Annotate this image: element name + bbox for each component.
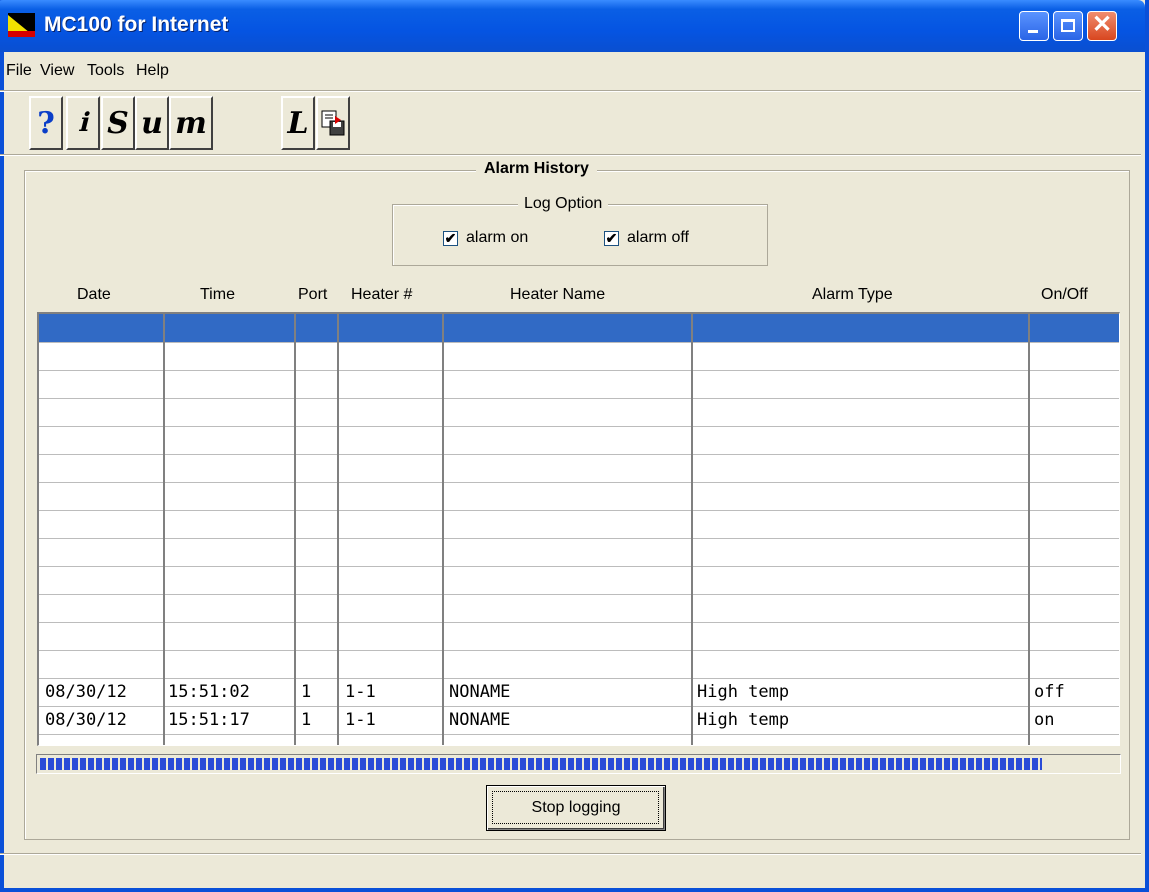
table-row[interactable] [39, 342, 1119, 371]
column-header-time[interactable]: Time [200, 286, 235, 304]
cell-heater-name: NONAME [449, 710, 511, 730]
cell-on-off: off [1034, 682, 1065, 702]
m-button[interactable]: m [169, 96, 213, 150]
s-button[interactable]: S [101, 96, 135, 150]
column-divider[interactable] [294, 314, 296, 745]
alarm-off-checkbox[interactable]: ✔ [604, 231, 619, 246]
table-row[interactable] [39, 566, 1119, 595]
title-bar[interactable]: MC100 for Internet ✕ [0, 0, 1145, 52]
cell-on-off: on [1034, 710, 1055, 730]
table-row-selected[interactable] [39, 314, 1119, 343]
column-divider[interactable] [691, 314, 693, 745]
info-button[interactable]: ℹ [66, 96, 100, 150]
table-row[interactable] [39, 426, 1119, 455]
close-button[interactable]: ✕ [1087, 11, 1117, 41]
close-icon: ✕ [1091, 11, 1113, 38]
progress-fill [40, 758, 1042, 770]
l-icon: L [287, 105, 309, 141]
column-divider[interactable] [442, 314, 444, 745]
cell-time: 15:51:17 [168, 710, 250, 730]
cell-time: 15:51:02 [168, 682, 250, 702]
cell-heater-name: NONAME [449, 682, 511, 702]
cell-heater-number: 1-1 [345, 682, 376, 702]
column-header-heater-number[interactable]: Heater # [351, 286, 412, 304]
menu-view[interactable]: View [40, 62, 74, 80]
u-icon: u [141, 105, 163, 141]
column-header-date[interactable]: Date [77, 286, 111, 304]
stop-logging-label: Stop logging [531, 799, 621, 816]
table-row[interactable] [39, 650, 1119, 679]
menu-help[interactable]: Help [136, 62, 169, 80]
alarm-on-label[interactable]: alarm on [466, 229, 528, 247]
save-log-button[interactable] [316, 96, 350, 150]
s-icon: S [107, 105, 129, 141]
maximize-icon [1061, 19, 1075, 32]
u-button[interactable]: u [135, 96, 169, 150]
alarm-history-table[interactable]: 08/30/12 15:51:02 1 1-1 NONAME High temp off 08… [37, 312, 1120, 746]
help-icon: ? [37, 105, 55, 141]
table-row[interactable] [39, 398, 1119, 427]
cell-alarm-type: High temp [697, 710, 790, 730]
stop-logging-button[interactable]: Stop logging [486, 785, 666, 831]
info-icon: ℹ [78, 108, 88, 138]
table-row[interactable] [39, 454, 1119, 483]
logging-progress-bar [36, 754, 1121, 774]
alarm-history-title: Alarm History [476, 160, 597, 178]
window-title: MC100 for Internet [44, 13, 229, 36]
table-row[interactable] [39, 538, 1119, 567]
help-button[interactable]: ? [29, 96, 63, 150]
table-row[interactable] [39, 370, 1119, 399]
column-header-on-off[interactable]: On/Off [1041, 286, 1088, 304]
status-bar [0, 853, 1141, 889]
column-header-heater-name[interactable]: Heater Name [510, 286, 605, 304]
cell-heater-number: 1-1 [345, 710, 376, 730]
minimize-button[interactable] [1019, 11, 1049, 41]
table-row[interactable] [39, 594, 1119, 623]
menu-bar: File View Tools Help [0, 58, 1141, 88]
log-option-title: Log Option [518, 195, 609, 213]
alarm-off-label[interactable]: alarm off [627, 229, 689, 247]
cell-date: 08/30/12 [45, 710, 127, 730]
menu-tools[interactable]: Tools [87, 62, 124, 80]
table-row[interactable] [39, 510, 1119, 539]
column-divider[interactable] [1028, 314, 1030, 745]
minimize-icon [1028, 30, 1038, 33]
cell-port: 1 [301, 682, 312, 702]
cell-port: 1 [301, 710, 312, 730]
column-divider[interactable] [337, 314, 339, 745]
table-row[interactable] [39, 482, 1119, 511]
table-row[interactable] [39, 622, 1119, 651]
cell-date: 08/30/12 [45, 682, 127, 702]
column-divider[interactable] [163, 314, 165, 745]
column-header-port[interactable]: Port [298, 286, 327, 304]
alarm-on-checkbox[interactable]: ✔ [443, 231, 458, 246]
save-log-icon [321, 110, 345, 136]
app-logo-icon [8, 13, 35, 37]
m-icon: m [175, 105, 207, 141]
l-button[interactable]: L [281, 96, 315, 150]
menu-file[interactable]: File [6, 62, 32, 80]
menu-separator [0, 90, 1141, 92]
cell-alarm-type: High temp [697, 682, 790, 702]
toolbar-separator [0, 154, 1141, 156]
column-header-alarm-type[interactable]: Alarm Type [812, 286, 893, 304]
maximize-button[interactable] [1053, 11, 1083, 41]
